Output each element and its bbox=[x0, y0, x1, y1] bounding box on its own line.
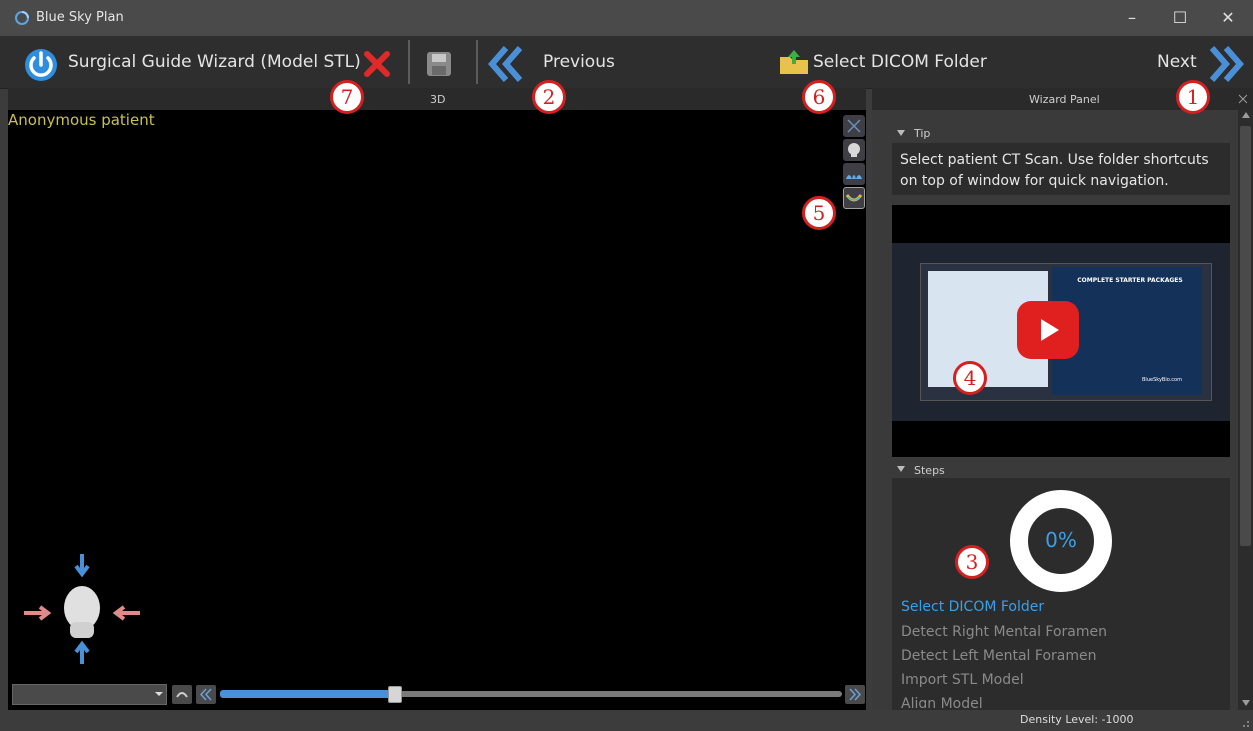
close-window-button[interactable]: ✕ bbox=[1216, 6, 1240, 30]
step-item-import-stl[interactable]: Import STL Model bbox=[901, 672, 1024, 688]
density-level: Density Level: -1000 bbox=[1020, 713, 1134, 726]
annotation-badge: 3 bbox=[955, 545, 989, 579]
play-button-icon[interactable] bbox=[1017, 301, 1079, 359]
view-tool-crosshair-icon[interactable] bbox=[843, 115, 865, 137]
slice-slider-thumb[interactable] bbox=[388, 686, 403, 703]
step-item-align-model[interactable]: Align Model bbox=[901, 696, 983, 708]
viewport-tab-title: 3D bbox=[430, 93, 446, 106]
steps-section-title: Steps bbox=[914, 464, 945, 477]
folder-upload-icon[interactable] bbox=[778, 48, 810, 76]
head-orientation-widget[interactable] bbox=[20, 550, 145, 670]
wizard-panel-title: Wizard Panel bbox=[1029, 93, 1100, 106]
toolbar-separator bbox=[476, 40, 478, 84]
annotation-badge: 1 bbox=[1176, 80, 1210, 114]
steps-collapse-icon[interactable] bbox=[896, 465, 906, 473]
view-selector-dropdown[interactable] bbox=[12, 684, 167, 705]
tutorial-video[interactable]: COMPLETE STARTER PACKAGES BlueSkyBio.com bbox=[892, 205, 1230, 457]
step-item-left-foramen[interactable]: Detect Left Mental Foramen bbox=[901, 648, 1096, 664]
chevron-down-icon bbox=[155, 692, 163, 696]
video-headline: COMPLETE STARTER PACKAGES bbox=[1077, 277, 1183, 284]
undock-icon[interactable] bbox=[1238, 94, 1248, 104]
save-icon[interactable] bbox=[424, 49, 454, 79]
app-logo-icon bbox=[15, 11, 29, 25]
previous-button[interactable]: Previous bbox=[543, 52, 615, 72]
reset-view-icon[interactable] bbox=[172, 685, 192, 704]
next-button[interactable]: Next bbox=[1157, 52, 1197, 72]
window-title: Blue Sky Plan bbox=[36, 10, 124, 25]
tip-section-title: Tip bbox=[914, 127, 931, 140]
annotation-badge: 7 bbox=[330, 80, 364, 114]
toolbar-separator bbox=[408, 40, 410, 84]
step-item-right-foramen[interactable]: Detect Right Mental Foramen bbox=[901, 624, 1107, 640]
slider-back-icon[interactable] bbox=[196, 685, 216, 704]
power-icon[interactable] bbox=[22, 45, 60, 83]
annotation-badge: 2 bbox=[532, 80, 566, 114]
wizard-title: Surgical Guide Wizard (Model STL) bbox=[68, 52, 361, 72]
cancel-wizard-icon[interactable] bbox=[362, 49, 392, 79]
teeth-icon[interactable] bbox=[843, 163, 865, 185]
annotation-badge: 5 bbox=[802, 196, 836, 230]
select-dicom-folder-button[interactable]: Select DICOM Folder bbox=[813, 52, 987, 72]
annotation-badge: 4 bbox=[953, 361, 987, 395]
patient-label: Anonymous patient bbox=[8, 111, 155, 129]
panel-scrollbar[interactable] bbox=[1238, 110, 1253, 710]
title-bar bbox=[0, 0, 1253, 36]
step-item-select-dicom[interactable]: Select DICOM Folder bbox=[901, 599, 1044, 615]
annotation-badge: 6 bbox=[802, 80, 836, 114]
minimize-button[interactable]: – bbox=[1120, 6, 1144, 30]
progress-percent: 0% bbox=[1045, 528, 1077, 552]
previous-chevron-icon[interactable] bbox=[486, 44, 526, 84]
slider-forward-icon[interactable] bbox=[845, 685, 865, 704]
tip-text: Select patient CT Scan. Use folder short… bbox=[900, 152, 1209, 189]
tip-collapse-icon[interactable] bbox=[896, 129, 906, 137]
video-brand: BlueSkyBio.com bbox=[1142, 377, 1182, 383]
resize-grip-icon[interactable] bbox=[1240, 718, 1250, 728]
slice-slider-fill bbox=[220, 690, 395, 698]
next-chevron-icon[interactable] bbox=[1206, 44, 1246, 84]
jaw-model-icon[interactable] bbox=[843, 187, 865, 209]
maximize-button[interactable]: ☐ bbox=[1168, 6, 1192, 30]
skull-icon[interactable] bbox=[843, 139, 865, 161]
